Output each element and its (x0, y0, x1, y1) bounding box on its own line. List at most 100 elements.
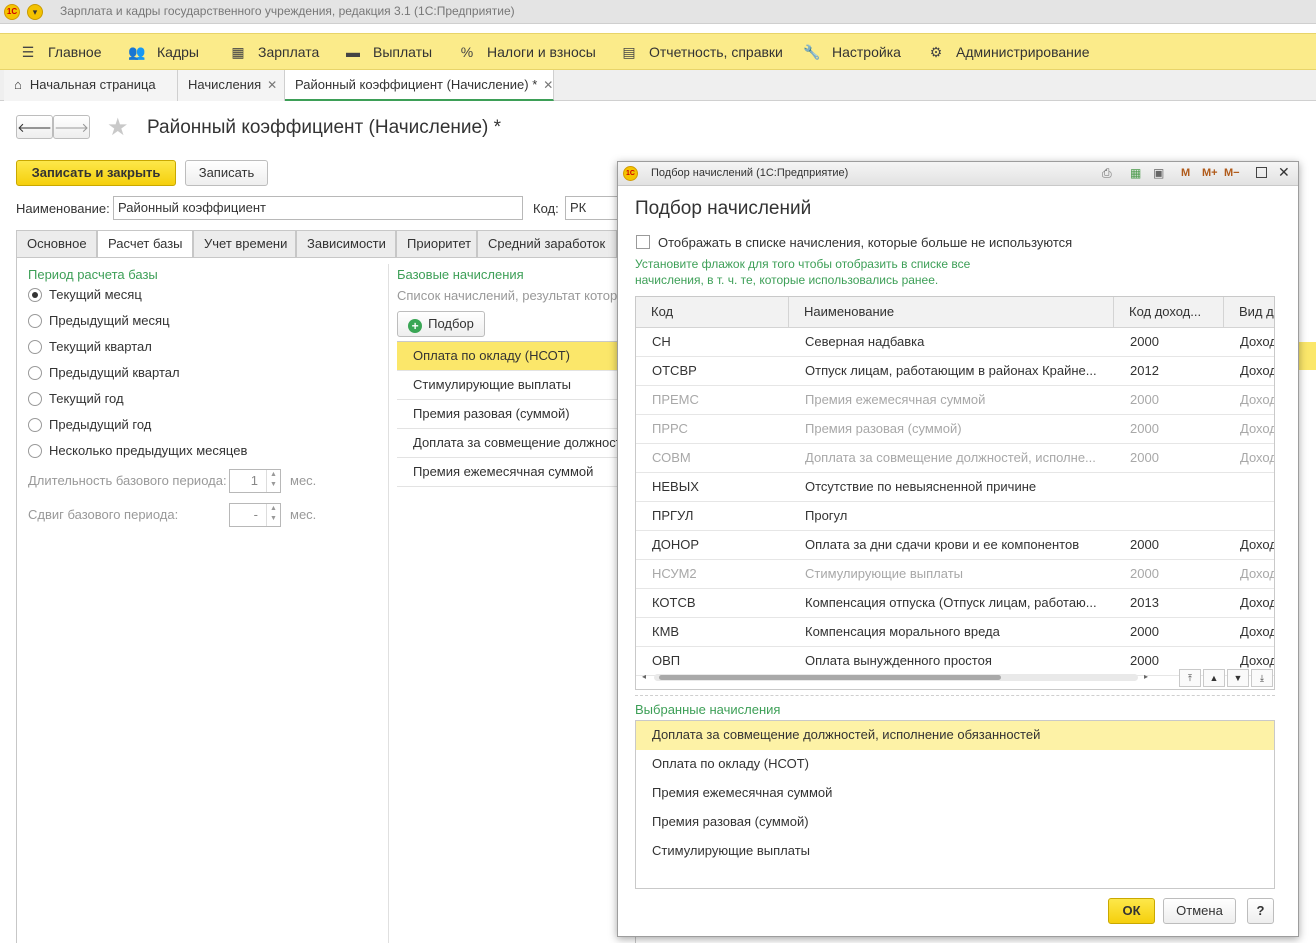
column-name[interactable]: Наименование (789, 297, 1114, 328)
close-icon[interactable]: ✕ (543, 78, 553, 92)
wallet-icon: ▬ (346, 44, 360, 60)
menu-staff[interactable]: 👥 Кадры (127, 34, 199, 70)
table-row[interactable]: КМВ Компенсация морального вреда 2000 Доход (636, 618, 1274, 647)
maximize-icon[interactable] (1256, 167, 1267, 178)
name-field[interactable]: Районный коэффициент (113, 196, 523, 220)
radio-previous-month[interactable]: Предыдущий месяц (28, 313, 170, 328)
menu-admin[interactable]: ⚙ Администрирование (926, 34, 1090, 70)
menu-payments[interactable]: ▬ Выплаты (343, 34, 432, 70)
radio-label: Текущий год (49, 391, 124, 406)
print-icon[interactable]: ⎙ (1102, 166, 1112, 181)
list-item[interactable]: Доплата за совмещение должностей, исполн… (636, 721, 1274, 750)
tab-accruals[interactable]: Начисления ✕ (178, 70, 285, 101)
radio-several-months[interactable]: Несколько предыдущих месяцев (28, 443, 247, 458)
tab-priority[interactable]: Приоритет (396, 230, 477, 257)
save-and-close-button[interactable]: Записать и закрыть (16, 160, 176, 186)
table-row[interactable]: КОТСВ Компенсация отпуска (Отпуск лицам, … (636, 589, 1274, 618)
tab-basic[interactable]: Основное (16, 230, 97, 257)
cancel-button[interactable]: Отмена (1163, 898, 1236, 924)
pick-button[interactable]: + Подбор (397, 311, 485, 337)
table-row[interactable]: ПРГУЛ Прогул (636, 502, 1274, 531)
column-code[interactable]: Код (636, 297, 789, 328)
scroll-top-button[interactable]: ⤒ (1179, 669, 1201, 687)
table-row[interactable]: НСУМ2 Стимулирующие выплаты 2000 Доход (636, 560, 1274, 589)
list-item[interactable]: Доплата за совмещение должност (397, 429, 627, 458)
list-item[interactable]: Премия разовая (суммой) (636, 808, 1274, 837)
close-icon[interactable]: ✕ (1278, 164, 1290, 181)
radio-icon (28, 392, 42, 406)
tab-base-calculation[interactable]: Расчет базы (97, 230, 193, 258)
tab-home[interactable]: ⌂ Начальная страница (4, 70, 178, 101)
list-item[interactable]: Оплата по окладу (НСОТ) (397, 342, 627, 371)
scroll-up-button[interactable]: ▲ (1203, 669, 1225, 687)
tab-dependencies[interactable]: Зависимости (296, 230, 396, 257)
list-item[interactable]: Оплата по окладу (НСОТ) (636, 750, 1274, 779)
list-item[interactable]: Премия ежемесячная суммой (397, 458, 627, 487)
column-income-code[interactable]: Код доход... (1114, 297, 1224, 328)
table-row[interactable]: СОВМ Доплата за совмещение должностей, ис… (636, 444, 1274, 473)
list-item[interactable]: Стимулирующие выплаты (397, 371, 627, 400)
list-item[interactable]: Стимулирующие выплаты (636, 837, 1274, 866)
shift-stepper[interactable]: ▲ ▼ (266, 504, 280, 526)
tab-time-accounting[interactable]: Учет времени (193, 230, 296, 257)
table-row[interactable]: ПРЕМС Премия ежемесячная суммой 2000 Доход (636, 386, 1274, 415)
list-item[interactable]: Премия разовая (суммой) (397, 400, 627, 429)
cell-income: 2000 (1130, 566, 1159, 581)
calendar-icon[interactable]: ▣ (1153, 166, 1164, 180)
tab-regional-coefficient[interactable]: Районный коэффициент (Начисление) * ✕ (285, 70, 554, 101)
radio-current-month[interactable]: Текущий месяц (28, 287, 142, 302)
memory-plus-button[interactable]: M+ (1202, 167, 1218, 179)
favorite-star-icon[interactable]: ★ (107, 113, 129, 142)
percent-icon: % (460, 44, 474, 60)
tab-average-earnings[interactable]: Средний заработок (477, 230, 617, 257)
calculator-icon[interactable]: ▦ (1130, 166, 1141, 180)
scroll-down-button[interactable]: ▼ (1227, 669, 1249, 687)
menu-reports[interactable]: ▤ Отчетность, справки (619, 34, 783, 70)
cell-kind: Доход (1240, 537, 1275, 552)
table-row[interactable]: ДОНОР Оплата за дни сдачи крови и ее комп… (636, 531, 1275, 560)
code-field[interactable]: РК (565, 196, 625, 220)
hamburger-icon: ☰ (21, 44, 35, 60)
radio-label: Предыдущий год (49, 417, 152, 432)
main-menu-dropdown-icon[interactable]: ▾ (27, 4, 43, 20)
column-income-kind[interactable]: Вид д (1224, 297, 1274, 328)
radio-previous-quarter[interactable]: Предыдущий квартал (28, 365, 180, 380)
forward-button[interactable]: 🡒 (53, 115, 90, 139)
pick-accruals-dialog: 1С Подбор начислений (1С:Предприятие) ⎙ … (617, 161, 1299, 937)
menu-salary[interactable]: ▦ Зарплата (228, 34, 319, 70)
show-unused-checkbox[interactable] (636, 235, 650, 249)
scroll-bottom-button[interactable]: ⤓ (1251, 669, 1273, 687)
memory-button[interactable]: M (1181, 167, 1190, 179)
table-row[interactable]: СН Северная надбавка 2000 Доход (636, 328, 1274, 357)
cell-income: 2000 (1130, 537, 1159, 552)
table-row[interactable]: ОТСВР Отпуск лицам, работающим в районах … (636, 357, 1274, 386)
cell-name: Компенсация отпуска (Отпуск лицам, работ… (805, 595, 1097, 610)
save-button[interactable]: Записать (185, 160, 268, 186)
scroll-right-icon[interactable]: ▸ (1144, 672, 1148, 681)
base-section-title: Базовые начисления (397, 267, 524, 282)
close-icon[interactable]: ✕ (267, 78, 277, 92)
table-row[interactable]: НЕВЫХ Отсутствие по невыясненной причине (636, 473, 1274, 502)
menu-settings[interactable]: 🔧 Настройка (802, 34, 901, 70)
help-button[interactable]: ? (1247, 898, 1274, 924)
menu-taxes[interactable]: % Налоги и взносы (457, 34, 596, 70)
memory-minus-button[interactable]: M− (1224, 167, 1240, 179)
menu-main-label: Главное (48, 44, 102, 60)
ok-button[interactable]: ОК (1108, 898, 1155, 924)
scroll-left-icon[interactable]: ◂ (642, 672, 646, 681)
list-item[interactable]: Премия ежемесячная суммой (636, 779, 1274, 808)
cell-code: ДОНОР (652, 537, 700, 552)
menu-main[interactable]: ☰ Главное (18, 34, 102, 70)
splitter[interactable] (635, 695, 1275, 696)
period-section-title: Период расчета базы (28, 267, 158, 282)
radio-previous-year[interactable]: Предыдущий год (28, 417, 151, 432)
duration-stepper[interactable]: ▲ ▼ (266, 470, 280, 492)
radio-current-year[interactable]: Текущий год (28, 391, 124, 406)
table-row[interactable]: ПРРС Премия разовая (суммой) 2000 Доход (636, 415, 1274, 444)
radio-current-quarter[interactable]: Текущий квартал (28, 339, 152, 354)
shift-label: Сдвиг базового периода: (28, 507, 179, 522)
scrollbar-thumb[interactable] (659, 675, 1001, 680)
cell-name: Премия ежемесячная суммой (805, 392, 986, 407)
back-button[interactable]: 🡐 (16, 115, 53, 139)
hint-line-1: Установите флажок для того чтобы отобраз… (635, 257, 971, 271)
